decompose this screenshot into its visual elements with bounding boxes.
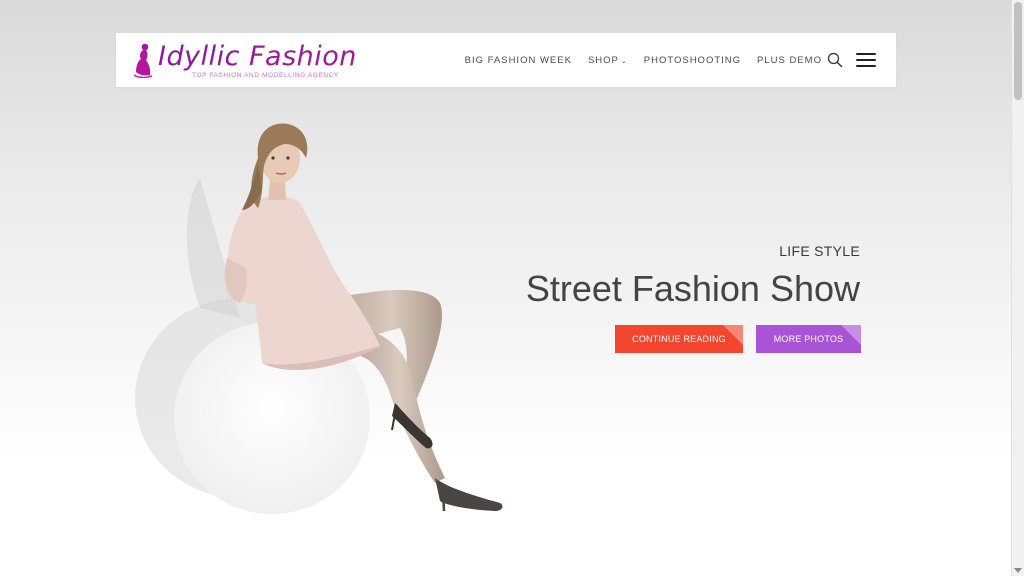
chevron-down-icon: ⌄	[620, 57, 628, 65]
nav-item-label: PLUS DEMO	[757, 54, 822, 66]
corner-fold-icon	[841, 325, 861, 345]
nav-item-photoshooting[interactable]: PHOTOSHOOTING	[644, 55, 741, 66]
page-scrollbar[interactable]	[1011, 0, 1024, 576]
hamburger-menu-icon	[856, 53, 876, 55]
continue-reading-button[interactable]: CONTINUE READING	[615, 325, 743, 353]
nav-item-label: SHOP	[587, 54, 619, 66]
hero-title: Street Fashion Show	[525, 268, 860, 309]
corner-fold-icon	[723, 325, 743, 345]
site-header: Idyllic Fashion TOP FASHION AND MODELLIN…	[116, 33, 896, 87]
scroll-down-arrow-icon[interactable]	[1014, 568, 1022, 573]
menu-button[interactable]	[856, 53, 878, 67]
logo-name-part2: Fashion	[249, 41, 357, 72]
nav-item-label: BIG FASHION WEEK	[464, 54, 572, 66]
nav-item-shop[interactable]: SHOP ⌄	[588, 55, 628, 66]
search-button[interactable]	[827, 52, 843, 68]
continue-reading-label: CONTINUE READING	[632, 334, 726, 344]
main-nav: BIG FASHION WEEK SHOP ⌄ PHOTOSHOOTING PLU…	[449, 33, 822, 87]
more-photos-label: MORE PHOTOS	[773, 334, 844, 344]
hero-model-image	[135, 123, 503, 514]
woman-silhouette-icon	[133, 43, 153, 78]
hamburger-line	[856, 59, 876, 61]
scrollbar-thumb[interactable]	[1014, 2, 1022, 100]
hero-subtitle: LIFE STYLE	[779, 243, 860, 259]
logo-wordmark: Idyllic Fashion	[158, 40, 357, 74]
hamburger-line	[856, 65, 876, 67]
page: Idyllic Fashion TOP FASHION AND MODELLIN…	[0, 0, 1024, 576]
nav-item-plus-demo[interactable]: PLUS DEMO	[757, 55, 822, 66]
search-icon	[827, 52, 843, 68]
hero-text: LIFE STYLE Street Fashion Show	[526, 242, 860, 310]
more-photos-button[interactable]: MORE PHOTOS	[756, 325, 861, 353]
nav-item-label: PHOTOSHOOTING	[643, 54, 742, 66]
logo-name-part1: Idyllic	[158, 41, 240, 72]
nav-item-big-fashion-week[interactable]: BIG FASHION WEEK	[465, 55, 572, 66]
logo-tagline: TOP FASHION AND MODELLING AGENCY	[192, 72, 339, 79]
site-logo[interactable]: Idyllic Fashion TOP FASHION AND MODELLIN…	[130, 40, 356, 82]
